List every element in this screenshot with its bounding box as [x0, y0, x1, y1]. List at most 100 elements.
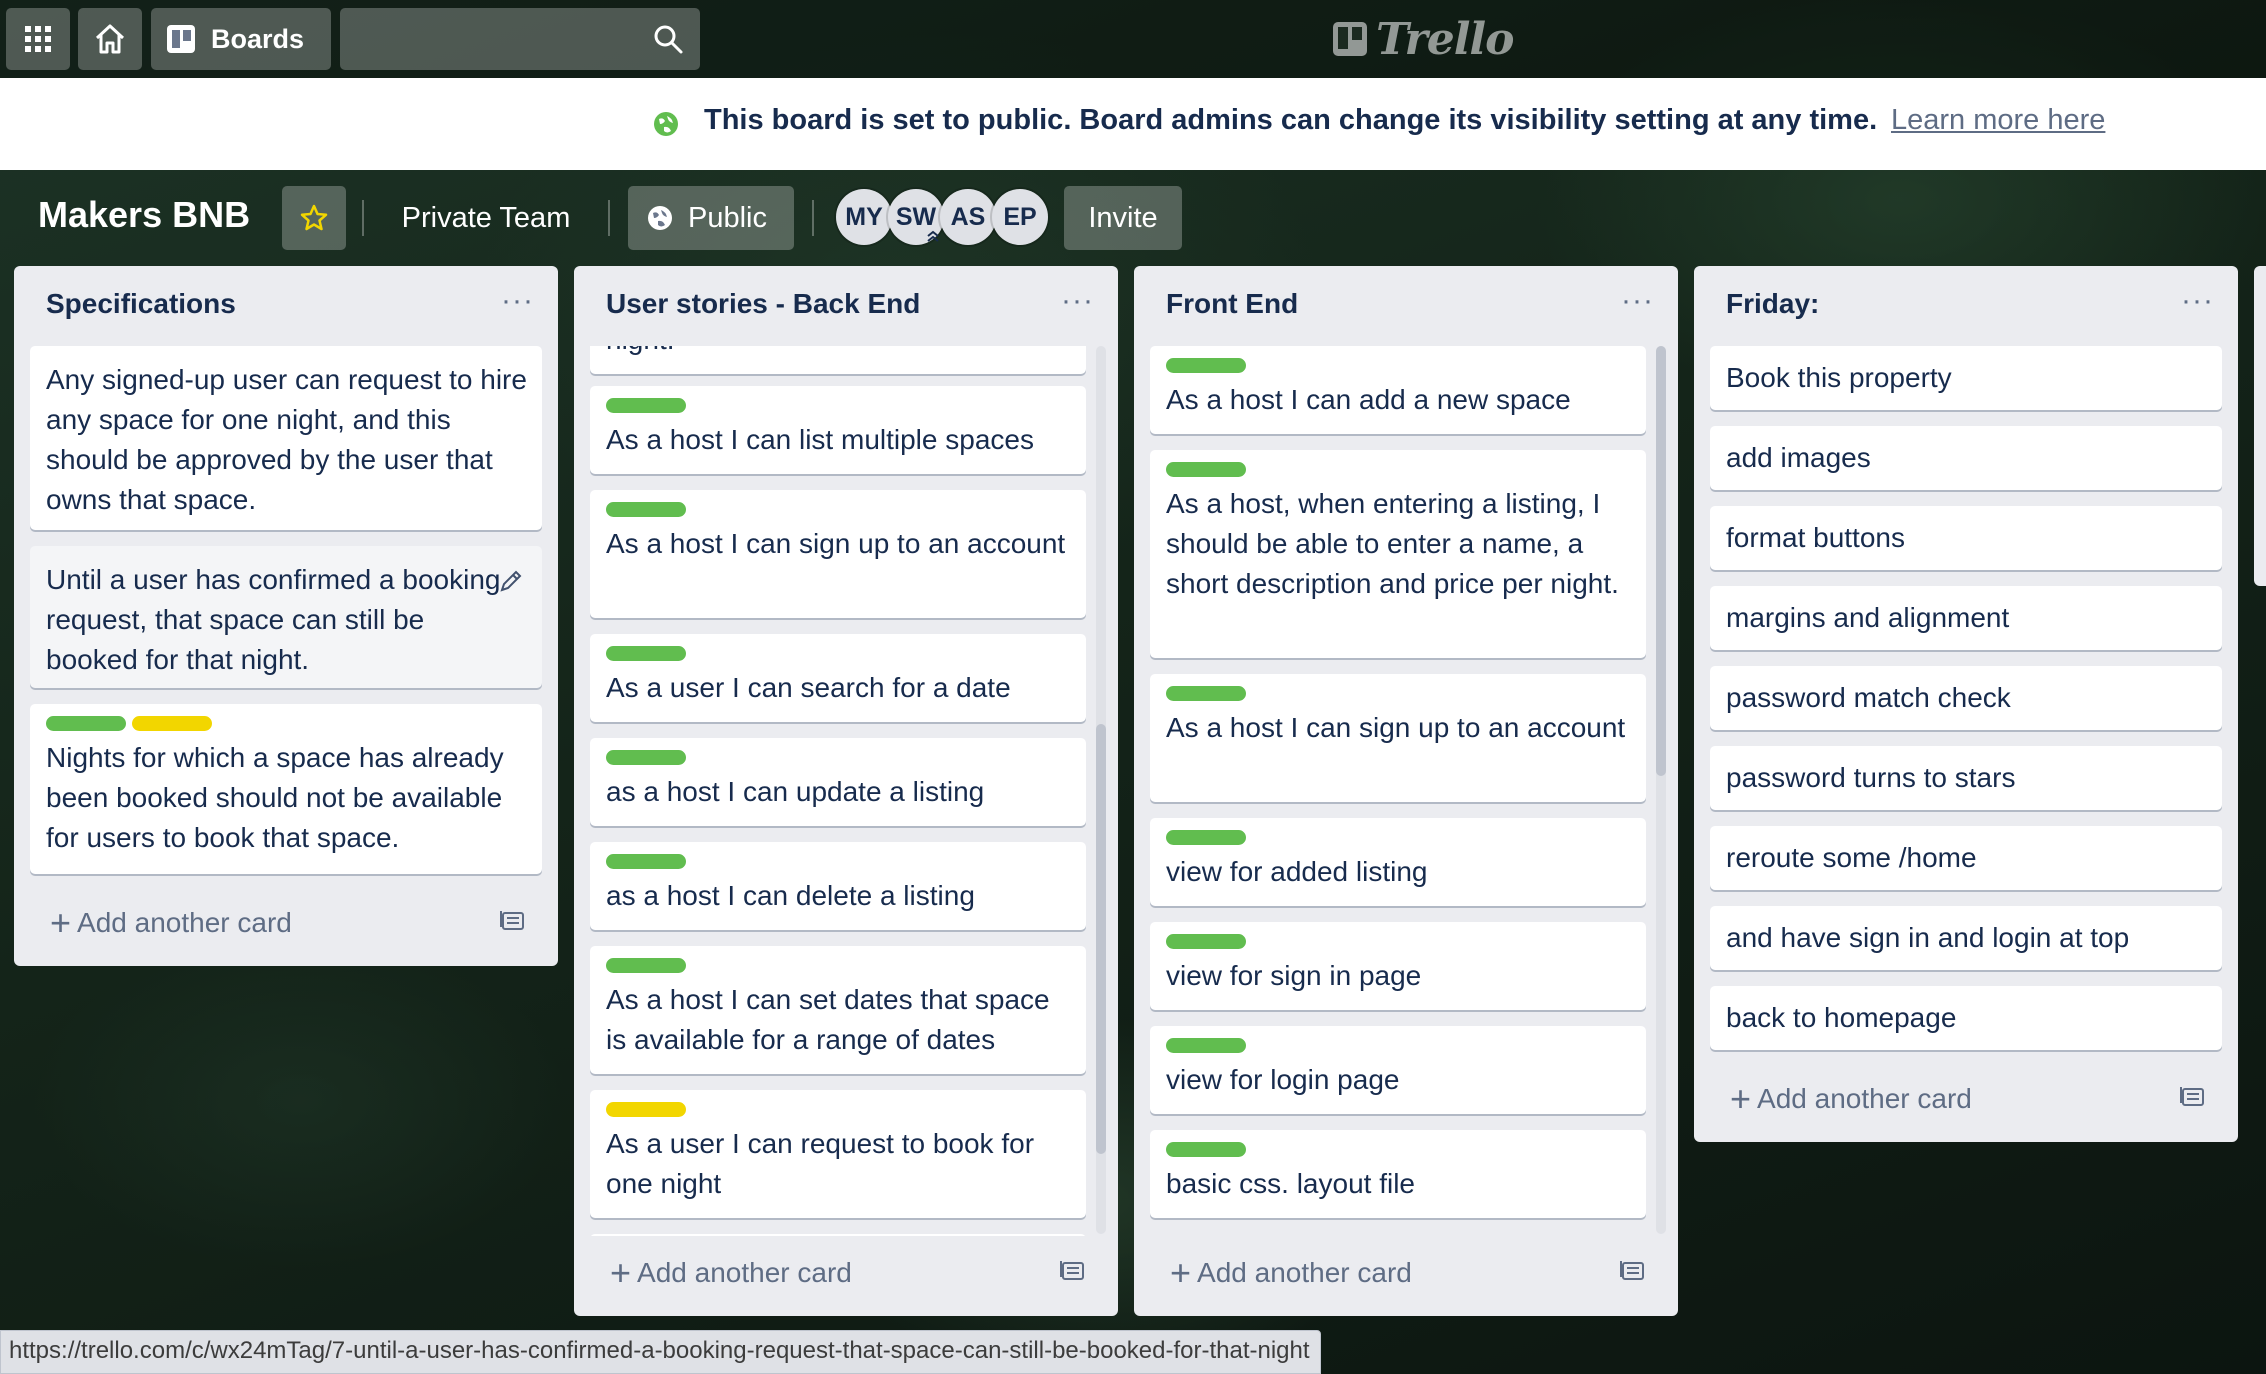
card[interactable]: view for login page: [1150, 1026, 1646, 1114]
card[interactable]: Book this property: [1710, 346, 2222, 410]
card-title: basic css. layout file: [1166, 1168, 1415, 1199]
search-box[interactable]: [340, 8, 700, 70]
star-icon: [300, 204, 328, 231]
card-title: Any signed-up user can request to hire a…: [46, 364, 527, 515]
card[interactable]: reroute some /home: [1710, 826, 2222, 890]
card[interactable]: [590, 1234, 1086, 1236]
card[interactable]: margins and alignment: [1710, 586, 2222, 650]
search-icon[interactable]: [652, 23, 684, 55]
card[interactable]: add images: [1710, 426, 2222, 490]
add-card-button[interactable]: + Add another card: [610, 1252, 852, 1294]
card[interactable]: Any signed-up user can request to hire a…: [30, 346, 542, 530]
invite-button[interactable]: Invite: [1064, 186, 1182, 250]
card[interactable]: night.: [590, 346, 1086, 374]
home-button[interactable]: [78, 8, 142, 70]
member-avatar[interactable]: MY: [836, 189, 892, 245]
card-label-green[interactable]: [606, 854, 686, 869]
card-label-green[interactable]: [1166, 1142, 1246, 1157]
list-title[interactable]: User stories - Back End: [606, 288, 920, 320]
list-menu-button[interactable]: ···: [1061, 284, 1094, 318]
card[interactable]: back to homepage: [1710, 986, 2222, 1050]
list-menu-button[interactable]: ···: [1621, 284, 1654, 318]
card[interactable]: as a host I can update a listing: [590, 738, 1086, 826]
list-cards-scroll-area[interactable]: As a host I can add a new space As a hos…: [1134, 346, 1678, 1236]
apps-button[interactable]: [6, 8, 70, 70]
card-title: As a host, when entering a listing, I sh…: [1166, 488, 1619, 599]
search-input[interactable]: [340, 8, 640, 70]
card[interactable]: As a host I can sign up to an account: [590, 490, 1086, 618]
add-card-button[interactable]: + Add another card: [1170, 1252, 1412, 1294]
card-title: reroute some /home: [1726, 842, 1977, 873]
trello-logo[interactable]: Trello: [1332, 12, 1514, 66]
card-template-icon[interactable]: [2180, 1084, 2206, 1110]
card-label-green[interactable]: [1166, 1038, 1246, 1053]
card[interactable]: format buttons: [1710, 506, 2222, 570]
card-template-icon[interactable]: [500, 908, 526, 934]
card[interactable]: As a host I can set dates that space is …: [590, 946, 1086, 1074]
card[interactable]: As a host I can sign up to an account: [1150, 674, 1646, 802]
list-title[interactable]: Friday:: [1726, 288, 1819, 320]
card[interactable]: Until a user has confirmed a booking req…: [30, 546, 542, 688]
card[interactable]: As a user I can search for a date: [590, 634, 1086, 722]
card[interactable]: view for added listing: [1150, 818, 1646, 906]
card-title: As a user I can request to book for one …: [606, 1128, 1035, 1199]
visibility-button[interactable]: Public: [628, 186, 794, 250]
board-title[interactable]: Makers BNB: [38, 194, 250, 236]
card-label-green[interactable]: [46, 716, 126, 731]
home-icon: [95, 24, 125, 54]
card-label-green[interactable]: [606, 750, 686, 765]
list-menu-button[interactable]: ···: [2181, 284, 2214, 318]
card[interactable]: As a user I can request to book for one …: [590, 1090, 1086, 1218]
card-label-green[interactable]: [1166, 830, 1246, 845]
card[interactable]: as a host I can delete a listing: [590, 842, 1086, 930]
team-button[interactable]: Private Team: [384, 186, 588, 250]
add-card-button[interactable]: + Add another card: [1730, 1078, 1972, 1120]
header-divider: [362, 200, 364, 236]
card-label-green[interactable]: [1166, 934, 1246, 949]
card[interactable]: As a host I can list multiple spaces: [590, 386, 1086, 474]
list-title[interactable]: Front End: [1166, 288, 1298, 320]
plus-icon: +: [1730, 1078, 1752, 1119]
card-template-icon[interactable]: [1620, 1258, 1646, 1284]
card-title: view for sign in page: [1166, 960, 1422, 991]
card-label-green[interactable]: [606, 398, 686, 413]
card-label-green[interactable]: [606, 502, 686, 517]
card-title: add images: [1726, 442, 1871, 473]
list-cards-scroll-area[interactable]: night. As a host I can list multiple spa…: [574, 346, 1118, 1236]
card[interactable]: view for sign in page: [1150, 922, 1646, 1010]
list-menu-button[interactable]: ···: [501, 284, 534, 318]
card-label-green[interactable]: [606, 958, 686, 973]
star-board-button[interactable]: [282, 186, 346, 250]
card-label-green[interactable]: [1166, 358, 1246, 373]
card[interactable]: As a host, when entering a listing, I sh…: [1150, 450, 1646, 658]
card-label-green[interactable]: [606, 646, 686, 661]
list-next-partial[interactable]: [2254, 266, 2266, 586]
card-label-yellow[interactable]: [132, 716, 212, 731]
admin-chevron-icon: [927, 230, 939, 242]
card-label-yellow[interactable]: [606, 1102, 686, 1117]
board-icon: [167, 25, 195, 53]
card[interactable]: password match check: [1710, 666, 2222, 730]
card[interactable]: basic css. layout file: [1150, 1130, 1646, 1218]
list-specifications: Specifications ··· Any signed-up user ca…: [14, 266, 558, 966]
edit-pencil-icon[interactable]: [498, 568, 524, 594]
boards-button[interactable]: Boards: [151, 8, 331, 70]
globe-icon: [648, 206, 672, 230]
learn-more-link[interactable]: Learn more here: [1891, 104, 2105, 137]
member-avatar[interactable]: EP: [992, 189, 1048, 245]
card-label-green[interactable]: [1166, 686, 1246, 701]
card-title: margins and alignment: [1726, 602, 2010, 633]
card-template-icon[interactable]: [1060, 1258, 1086, 1284]
add-card-button[interactable]: + Add another card: [50, 902, 292, 944]
list-scrollbar-thumb[interactable]: [1656, 346, 1666, 776]
card[interactable]: and have sign in and login at top: [1710, 906, 2222, 970]
list-title[interactable]: Specifications: [46, 288, 236, 320]
card-title: as a host I can update a listing: [606, 776, 985, 807]
card[interactable]: password turns to stars: [1710, 746, 2222, 810]
card[interactable]: As a host I can add a new space: [1150, 346, 1646, 434]
card-label-green[interactable]: [1166, 462, 1246, 477]
list-scrollbar-thumb[interactable]: [1096, 724, 1106, 1154]
card[interactable]: Nights for which a space has already bee…: [30, 704, 542, 874]
member-avatar[interactable]: AS: [940, 189, 996, 245]
invite-label: Invite: [1088, 201, 1158, 234]
